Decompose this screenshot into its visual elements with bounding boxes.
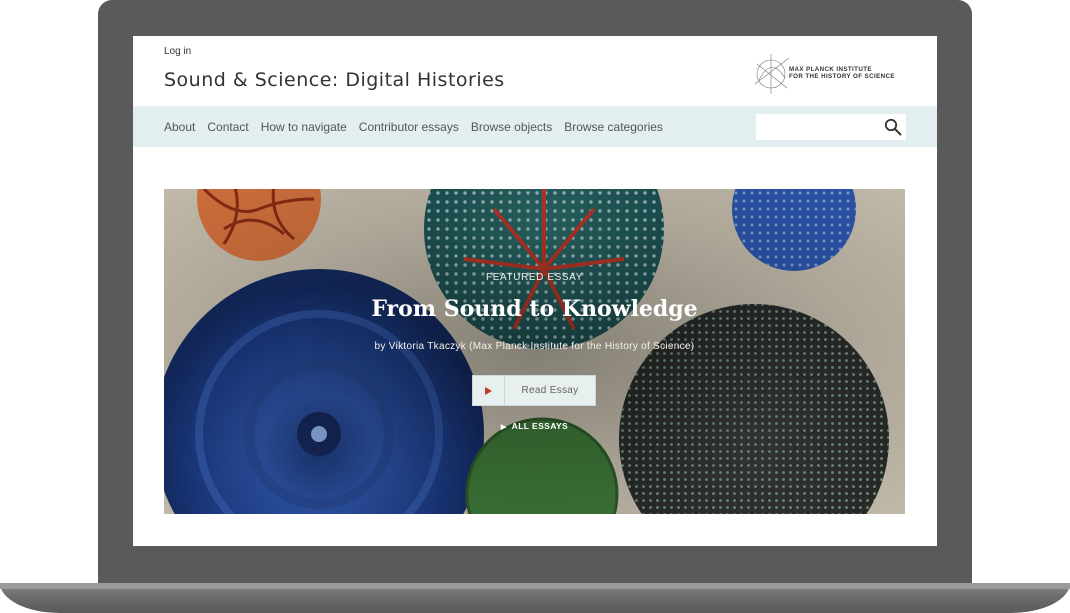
featured-essay-hero: FEATURED ESSAY From Sound to Knowledge b…	[164, 189, 905, 514]
hero-byline: by Viktoria Tkaczyk (Max Planck Institut…	[374, 341, 695, 352]
read-essay-button[interactable]: Read Essay	[472, 375, 596, 406]
all-essays-label: ALL ESSAYS	[511, 421, 569, 431]
search-icon[interactable]	[884, 118, 902, 136]
mpi-logo-line2: FOR THE HISTORY OF SCIENCE	[789, 73, 895, 80]
hero-title[interactable]: From Sound to Knowledge	[164, 296, 905, 322]
nav-item-browse-objects[interactable]: Browse objects	[471, 120, 552, 134]
nav-items: About Contact How to navigate Contributo…	[164, 120, 663, 134]
nav-item-about[interactable]: About	[164, 120, 195, 134]
search-box	[756, 114, 906, 140]
mpi-logo-text: MAX PLANCK INSTITUTE FOR THE HISTORY OF …	[789, 66, 895, 80]
triangle-right-icon: ▶	[500, 424, 507, 431]
login-link[interactable]: Log in	[164, 46, 191, 57]
laptop-hinge	[0, 583, 1070, 589]
nav-item-browse-categories[interactable]: Browse categories	[564, 120, 663, 134]
all-essays-link[interactable]: ▶ ALL ESSAYS	[164, 421, 905, 431]
browser-screen: Log in Sound & Science: Digital Historie…	[133, 36, 937, 546]
mpi-logo-emblem	[754, 54, 790, 94]
hero-kicker: FEATURED ESSAY	[486, 272, 583, 283]
play-icon	[473, 376, 505, 405]
search-input[interactable]	[756, 114, 876, 140]
read-essay-label: Read Essay	[521, 385, 579, 396]
nav-item-contributor-essays[interactable]: Contributor essays	[359, 120, 459, 134]
site-header: Log in Sound & Science: Digital Historie…	[133, 36, 937, 106]
nav-item-contact[interactable]: Contact	[207, 120, 248, 134]
main-navbar: About Contact How to navigate Contributo…	[133, 106, 937, 147]
mpi-logo-line1: MAX PLANCK INSTITUTE	[789, 66, 872, 73]
nav-item-how-to-navigate[interactable]: How to navigate	[261, 120, 347, 134]
mpi-logo[interactable]: MAX PLANCK INSTITUTE FOR THE HISTORY OF …	[753, 50, 908, 96]
site-title[interactable]: Sound & Science: Digital Histories	[164, 69, 505, 91]
